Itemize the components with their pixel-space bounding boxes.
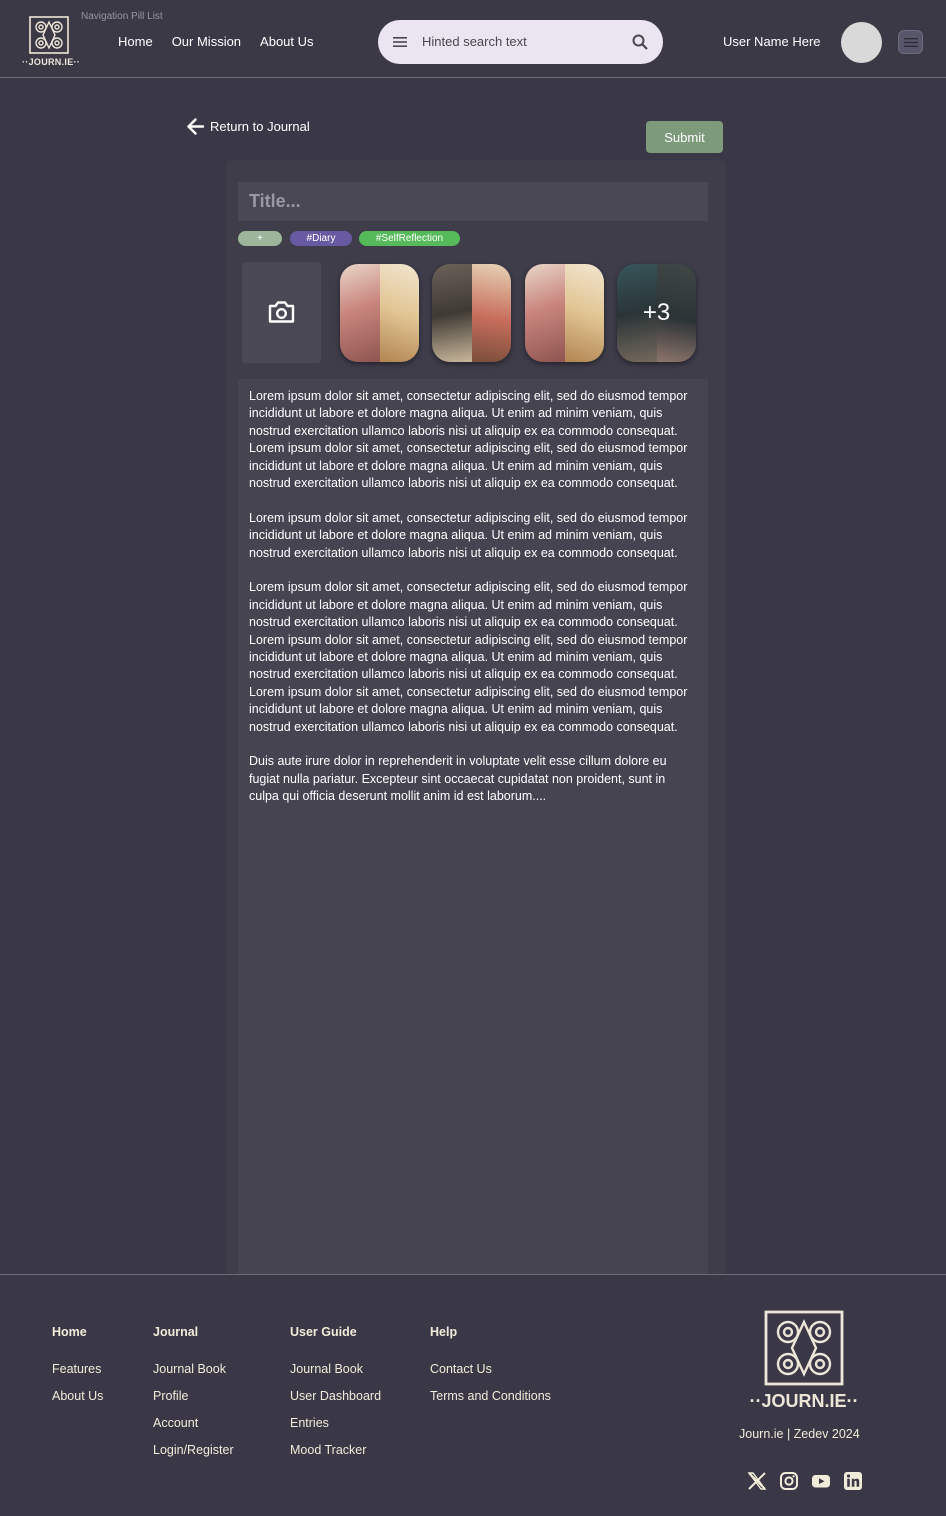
footer-heading: Help [430, 1325, 458, 1339]
instagram-icon[interactable] [779, 1471, 799, 1491]
nav-about-us[interactable]: About Us [260, 34, 313, 49]
main-nav: Home Our Mission About Us [118, 34, 314, 49]
return-to-journal-label: Return to Journal [210, 119, 310, 134]
footer-link-account[interactable]: Account [153, 1415, 234, 1432]
search-bar[interactable]: Hinted search text [378, 20, 663, 64]
footer-column-help: Help Contact Us Terms and Conditions [430, 1325, 551, 1415]
footer-column-home: Home Features About Us [52, 1325, 103, 1415]
entry-paragraph: Lorem ipsum dolor sit amet, consectetur … [249, 389, 688, 491]
footer-link-journal-book[interactable]: Journal Book [290, 1361, 381, 1378]
top-header: ··JOURN.IE·· Navigation Pill List Home O… [0, 0, 946, 78]
header-menu-button[interactable] [898, 30, 923, 54]
submit-button[interactable]: Submit [646, 121, 723, 153]
hamburger-menu-icon[interactable] [392, 34, 408, 50]
footer-heading: Home [52, 1325, 87, 1339]
entry-body-text[interactable]: Lorem ipsum dolor sit amet, consectetur … [238, 379, 708, 1274]
footer-link-contact-us[interactable]: Contact Us [430, 1361, 551, 1378]
footer-brand-wordmark: ··JOURN.IE·· [749, 1391, 859, 1411]
footer-column-journal: Journal Journal Book Profile Account Log… [153, 1325, 234, 1469]
footer-brand-logo[interactable]: ··JOURN.IE·· [744, 1305, 864, 1415]
search-input[interactable]: Hinted search text [422, 34, 527, 49]
footer-link-terms[interactable]: Terms and Conditions [430, 1388, 551, 1405]
site-footer: Home Features About Us Journal Journal B… [0, 1274, 946, 1516]
linkedin-icon[interactable] [843, 1471, 863, 1491]
footer-link-profile[interactable]: Profile [153, 1388, 234, 1405]
footer-link-login-register[interactable]: Login/Register [153, 1442, 234, 1459]
tag-diary[interactable]: #Diary [290, 231, 352, 246]
brand-logo[interactable]: ··JOURN.IE·· [22, 16, 81, 70]
entry-paragraph: Duis aute irure dolor in reprehenderit i… [249, 754, 667, 804]
more-photos-count: +3 [617, 264, 696, 362]
entry-paragraph: Lorem ipsum dolor sit amet, consectetur … [249, 580, 688, 734]
footer-link-about-us[interactable]: About Us [52, 1388, 103, 1405]
user-name[interactable]: User Name Here [723, 34, 821, 49]
celtic-knot-icon [29, 16, 69, 54]
journal-photo-thumbnail[interactable] [340, 264, 419, 362]
hamburger-menu-icon [904, 38, 918, 47]
return-to-journal-link[interactable]: Return to Journal [186, 117, 310, 136]
nav-our-mission[interactable]: Our Mission [172, 34, 241, 49]
search-icon[interactable] [631, 33, 649, 51]
brand-wordmark: ··JOURN.IE·· [22, 57, 81, 67]
footer-link-entries[interactable]: Entries [290, 1415, 381, 1432]
copyright-text: Journ.ie | Zedev 2024 [739, 1427, 860, 1441]
tag-self-reflection[interactable]: #SelfReflection [359, 231, 460, 246]
footer-heading: User Guide [290, 1325, 357, 1339]
nav-pill-caption: Navigation Pill List [81, 11, 163, 22]
footer-link-mood-tracker[interactable]: Mood Tracker [290, 1442, 381, 1459]
journal-photo-thumbnail[interactable] [432, 264, 511, 362]
title-input[interactable] [238, 182, 708, 221]
footer-heading: Journal [153, 1325, 199, 1339]
footer-column-user-guide: User Guide Journal Book User Dashboard E… [290, 1325, 381, 1469]
add-photo-button[interactable] [242, 262, 321, 363]
journal-photo-thumbnail[interactable] [525, 264, 604, 362]
camera-icon [268, 301, 295, 323]
celtic-knot-icon [764, 1310, 844, 1386]
entry-paragraph: Lorem ipsum dolor sit amet, consectetur … [249, 510, 688, 560]
social-links [747, 1471, 863, 1491]
footer-link-journal-book[interactable]: Journal Book [153, 1361, 234, 1378]
footer-link-user-dashboard[interactable]: User Dashboard [290, 1388, 381, 1405]
nav-home[interactable]: Home [118, 34, 153, 49]
youtube-icon[interactable] [811, 1471, 831, 1491]
arrow-left-icon [187, 118, 205, 135]
more-photos-thumbnail[interactable]: +3 [617, 264, 696, 362]
avatar[interactable] [841, 22, 882, 63]
footer-link-features[interactable]: Features [52, 1361, 103, 1378]
x-icon[interactable] [747, 1471, 767, 1491]
add-tag-button[interactable]: + [238, 231, 282, 246]
